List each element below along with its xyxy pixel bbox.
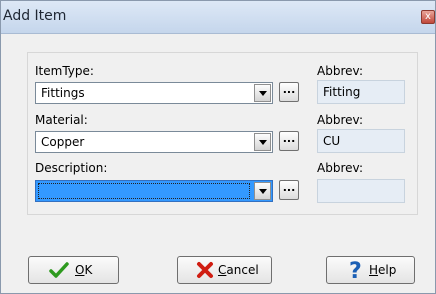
chevron-down-icon[interactable]: [254, 182, 271, 200]
checkmark-icon: [49, 262, 69, 278]
material-abbrev-label: Abbrev:: [317, 113, 363, 127]
item-type-abbrev-value: Fitting: [323, 85, 361, 99]
close-button[interactable]: x: [421, 10, 435, 24]
close-icon: x: [425, 11, 431, 22]
item-type-combo[interactable]: Fittings: [35, 82, 273, 104]
item-type-browse-button[interactable]: ...: [279, 82, 299, 102]
cancel-button[interactable]: Cancel: [177, 256, 272, 284]
material-combo[interactable]: Copper: [35, 131, 273, 153]
description-browse-button[interactable]: ...: [279, 180, 299, 200]
focus-rectangle: [38, 183, 250, 199]
help-label: Help: [369, 263, 397, 277]
material-label: Material:: [35, 113, 88, 127]
description-combo[interactable]: [35, 180, 273, 202]
x-icon: [197, 262, 213, 278]
svg-text:?: ?: [349, 259, 362, 281]
item-type-abbrev-label: Abbrev:: [317, 64, 363, 78]
description-abbrev-field[interactable]: [317, 179, 405, 203]
material-value: Copper: [41, 135, 85, 149]
dialog-title: Add Item: [3, 8, 67, 24]
material-abbrev-value: CU: [323, 134, 341, 148]
add-item-dialog: Add Item x ItemType: Abbrev: Fittings ..…: [0, 0, 436, 294]
ok-label: OK: [75, 263, 93, 277]
cancel-label: Cancel: [218, 263, 259, 277]
description-label: Description:: [35, 161, 108, 175]
help-button[interactable]: ? Help: [326, 256, 415, 284]
item-type-abbrev-field[interactable]: Fitting: [317, 80, 405, 104]
item-type-value: Fittings: [41, 86, 85, 100]
chevron-down-icon[interactable]: [254, 133, 271, 151]
material-browse-button[interactable]: ...: [279, 131, 299, 151]
help-question-icon: ?: [349, 259, 362, 281]
chevron-down-icon[interactable]: [254, 84, 271, 102]
material-abbrev-field[interactable]: CU: [317, 129, 405, 153]
title-bar: Add Item x: [1, 1, 435, 34]
description-abbrev-label: Abbrev:: [317, 161, 363, 175]
item-type-label: ItemType:: [35, 64, 94, 78]
ok-button[interactable]: OK: [28, 256, 119, 284]
